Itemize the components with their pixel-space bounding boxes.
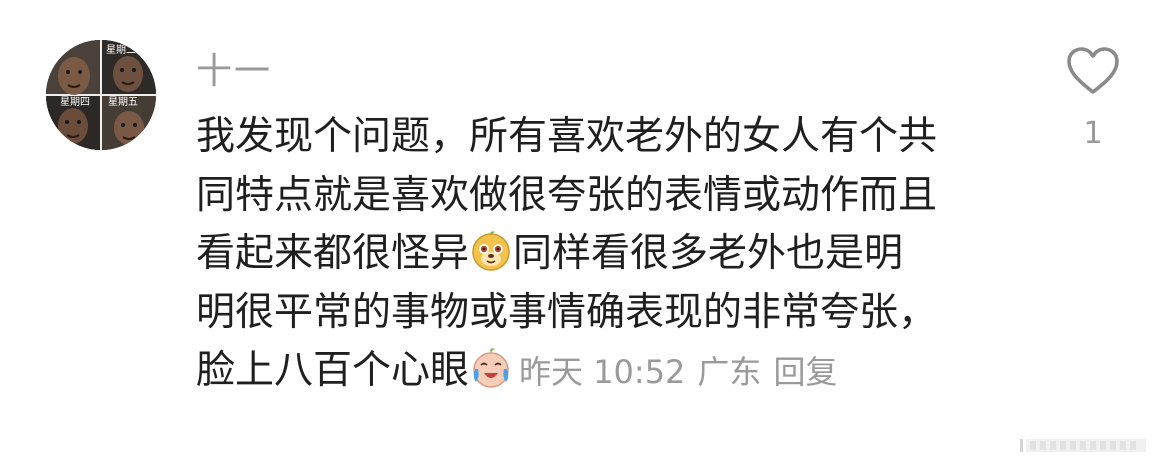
heart-icon[interactable]: [1066, 46, 1120, 96]
avatar-image: [46, 40, 156, 150]
comment-text-line: 看起来都很怪异 同样看很多老外也是明: [196, 225, 1026, 284]
comment-time: 昨天 10:52: [519, 353, 686, 391]
comment-text-line: 我发现个问题，所有喜欢老外的女人有个共: [196, 114, 938, 159]
comment-meta: 昨天 10:52 广东 回复: [519, 353, 837, 391]
comment-text-segment: 看起来都很怪异: [196, 231, 470, 276]
watermark-image: [1020, 439, 1146, 452]
avatar-caption: 星期二: [106, 45, 136, 56]
comment-text-line: 脸上八百个心眼 昨天 10:52 广东 回复: [196, 342, 1026, 401]
crying-laughing-emoji: [473, 348, 509, 388]
avatar-caption: 星期四: [60, 97, 90, 108]
comment-text-segment: 脸上八百个心眼: [196, 348, 470, 393]
author-name[interactable]: 十一: [196, 46, 272, 98]
comment-item: 星期二 星期四 星期五 十一 1 我发现个问题，所有喜欢老外的女人有个共 同特点…: [0, 0, 1170, 465]
comment-text-segment: 同样看很多老外也是明: [513, 231, 904, 276]
reply-button[interactable]: 回复: [773, 353, 837, 391]
dog-face-emoji: [472, 231, 510, 271]
avatar[interactable]: 星期二 星期四 星期五: [46, 40, 156, 150]
comment-location: 广东: [697, 353, 762, 391]
like-count: 1: [1083, 116, 1103, 151]
comment-text-line: 同特点就是喜欢做很夸张的表情或动作而且: [196, 172, 938, 218]
like-button[interactable]: 1: [1062, 44, 1126, 156]
avatar-caption: 星期五: [108, 97, 138, 108]
comment-body: 我发现个问题，所有喜欢老外的女人有个共 同特点就是喜欢做很夸张的表情或动作而且 …: [196, 108, 1026, 401]
comment-text-line: 明很平常的事物或事情确表现的非常夸张，: [196, 289, 938, 335]
